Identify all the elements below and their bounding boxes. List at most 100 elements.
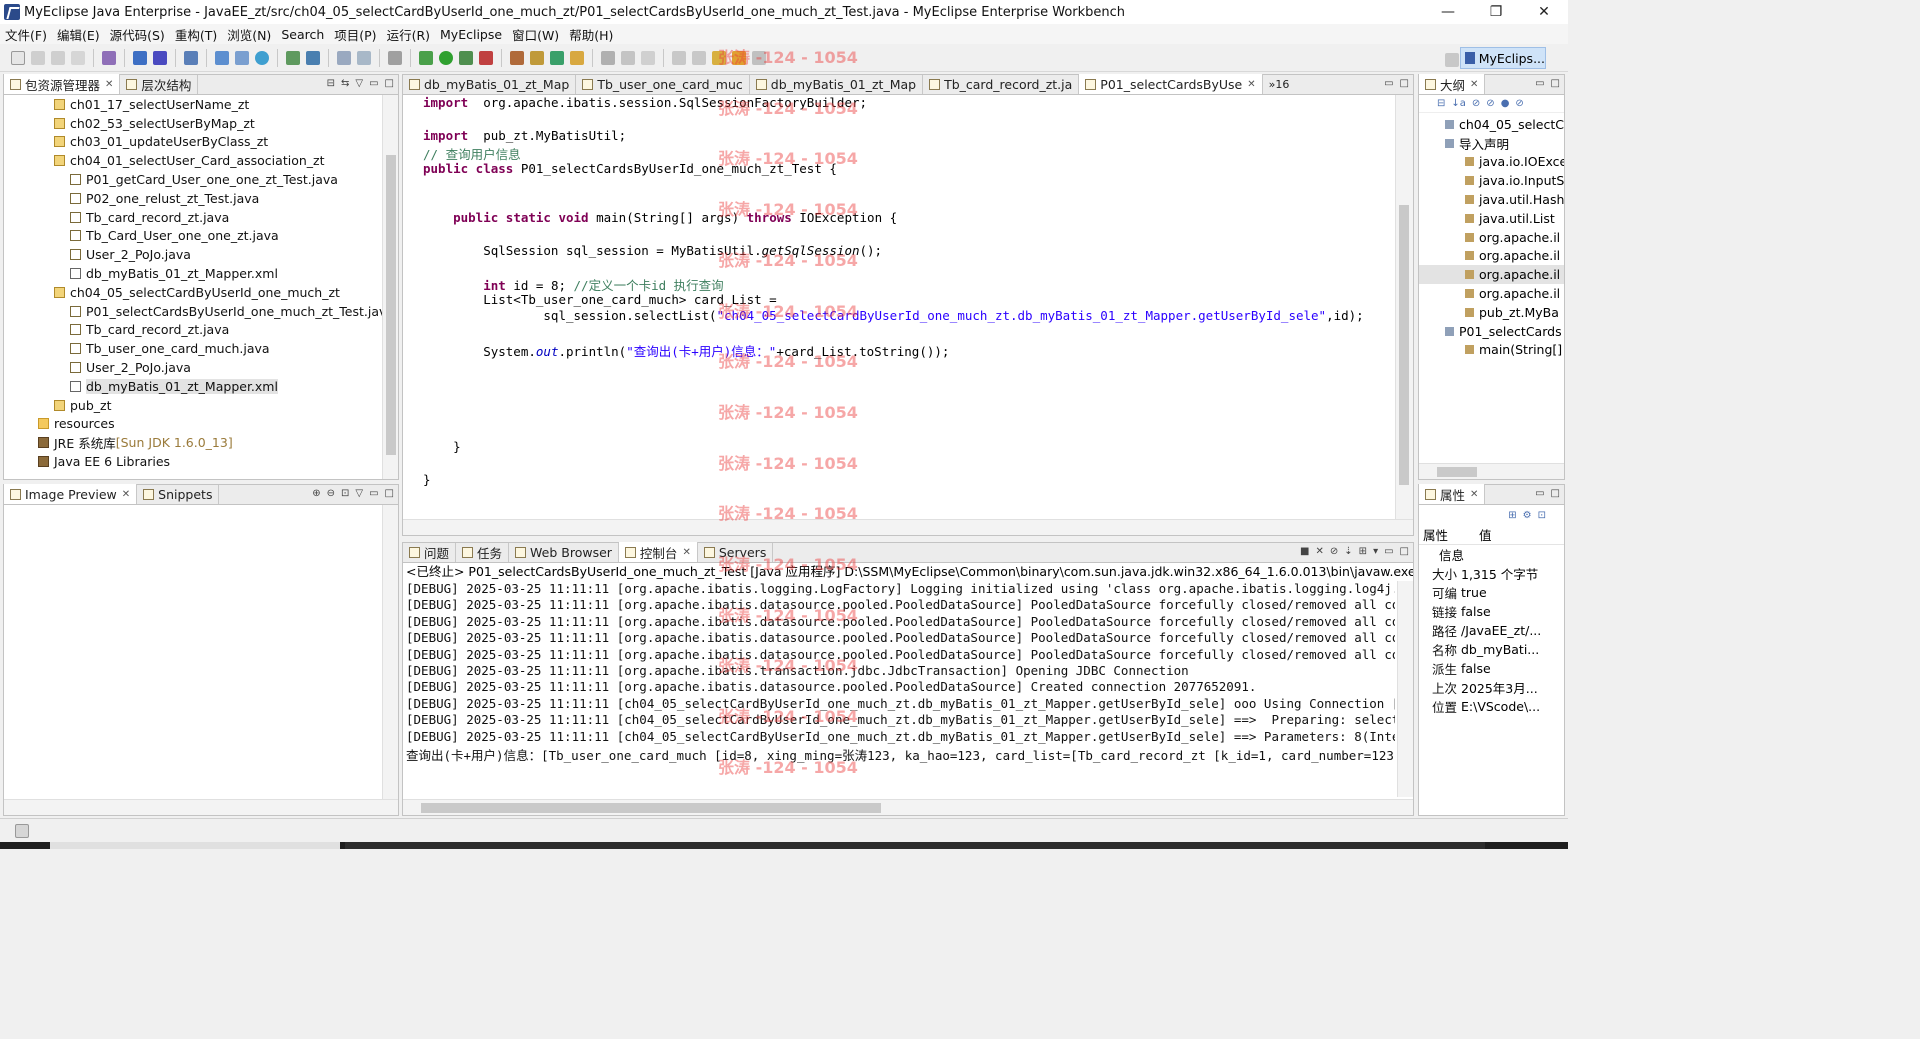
image-preview-hscroll[interactable] <box>4 799 398 815</box>
tab-outline[interactable]: 大纲 ✕ <box>1419 74 1486 94</box>
tree-item[interactable]: ch02_53_selectUserByMap_zt <box>4 114 382 133</box>
zoom-out-icon[interactable]: ⊖ <box>327 488 335 499</box>
tree-item[interactable]: P01_getCard_User_one_one_zt_Test.java <box>4 170 382 189</box>
close-icon[interactable]: ✕ <box>105 79 113 90</box>
new-package-icon[interactable] <box>530 50 544 65</box>
editor-tab[interactable]: db_myBatis_01_zt_Map <box>403 75 577 94</box>
console-view-tab[interactable]: 任务 <box>456 543 510 562</box>
scroll-lock-icon[interactable]: ⇣ <box>1344 546 1352 557</box>
console-view-tab[interactable]: Servers <box>698 543 774 562</box>
tab-hierarchy[interactable]: 层次结构 <box>120 75 199 94</box>
next-annotation-icon[interactable] <box>672 50 686 65</box>
outline-item[interactable]: java.io.IOExce <box>1419 153 1564 172</box>
deploy-icon[interactable] <box>133 50 147 65</box>
new-class-icon[interactable] <box>550 50 564 65</box>
outline-item[interactable]: org.apache.il <box>1419 247 1564 266</box>
close-icon[interactable]: ✕ <box>122 489 130 500</box>
minimize-icon[interactable]: ▭ <box>1384 546 1393 557</box>
menu-item[interactable]: 窗口(W) <box>507 25 564 44</box>
new-java-project-icon[interactable] <box>510 50 524 65</box>
tab-image-preview[interactable]: Image Preview ✕ <box>4 484 138 504</box>
property-row[interactable]: 大小 1,315 个字节 <box>1419 564 1564 583</box>
show-categories-icon[interactable]: ⊞ <box>1508 510 1516 521</box>
menu-item[interactable]: 文件(F) <box>0 25 52 44</box>
outline-item[interactable]: org.apache.il <box>1419 228 1564 247</box>
outline-item[interactable]: java.util.Hash <box>1419 190 1564 209</box>
new-wizard-icon[interactable] <box>102 50 116 65</box>
save-all-icon[interactable] <box>51 50 65 65</box>
server-icon[interactable] <box>153 50 167 65</box>
property-row[interactable]: 路径/JavaEE_zt/... <box>1419 621 1564 640</box>
sort-icon[interactable]: ↓a <box>1451 98 1466 109</box>
code-area[interactable]: import org.apache.ibatis.session.SqlSess… <box>423 95 1391 519</box>
tree-item[interactable]: db_myBatis_01_zt_Mapper.xml <box>4 377 382 396</box>
run-icon[interactable] <box>439 50 453 65</box>
tree-item[interactable]: Tb_card_record_zt.java <box>4 208 382 227</box>
pen-icon[interactable] <box>601 50 615 65</box>
tree-item[interactable]: User_2_PoJo.java <box>4 358 382 377</box>
last-edit-icon[interactable] <box>712 50 726 65</box>
fit-icon[interactable]: ⊡ <box>341 488 349 499</box>
open-folder-icon[interactable] <box>570 50 584 65</box>
tab-properties[interactable]: 属性 ✕ <box>1419 484 1486 504</box>
save-icon[interactable] <box>31 50 45 65</box>
outline-item[interactable]: main(String[] <box>1419 341 1564 360</box>
outline-item[interactable]: ch04_05_selectC <box>1419 115 1564 134</box>
show-advanced-icon[interactable]: ⚙ <box>1523 510 1532 521</box>
minimize-icon[interactable]: ▭ <box>369 78 378 89</box>
editor-tab-overflow[interactable]: »16 <box>1263 75 1296 94</box>
tree-item[interactable]: pub_zt <box>4 396 382 415</box>
fast-view-icon[interactable] <box>15 824 29 838</box>
collapse-all-icon[interactable]: ⊟ <box>327 78 335 89</box>
console-view-tab[interactable]: Web Browser <box>509 543 619 562</box>
open-type-icon[interactable] <box>215 50 229 65</box>
browser-icon[interactable] <box>388 50 402 65</box>
tree-item[interactable]: P01_selectCardsByUserId_one_much_zt_Test… <box>4 302 382 321</box>
property-row[interactable]: 上次 2025年3月... <box>1419 678 1564 697</box>
tree-item[interactable]: resources <box>4 415 382 434</box>
collapse-all-icon[interactable]: ⊟ <box>1437 98 1445 109</box>
close-icon[interactable]: ✕ <box>1470 489 1478 500</box>
close-icon[interactable]: ✕ <box>1470 79 1478 90</box>
outline-item[interactable]: pub_zt.MyBa <box>1419 303 1564 322</box>
hide-nonpublic-icon[interactable]: ● <box>1501 98 1510 109</box>
minimize-icon[interactable]: ▭ <box>1535 78 1544 89</box>
toggle-icon[interactable] <box>641 50 655 65</box>
editor-hscroll[interactable] <box>403 519 1413 535</box>
zoom-in-icon[interactable]: ⊕ <box>312 488 320 499</box>
globe-icon[interactable] <box>255 50 269 65</box>
new-icon[interactable] <box>11 50 25 65</box>
console-hscroll[interactable] <box>403 799 1413 815</box>
outline-item[interactable]: 导入声明 <box>1419 134 1564 153</box>
menu-item[interactable]: MyEclipse <box>435 27 507 42</box>
property-row[interactable]: 可编 true <box>1419 583 1564 602</box>
property-row[interactable]: 链接 false <box>1419 602 1564 621</box>
hide-static-icon[interactable]: ⊘ <box>1486 98 1494 109</box>
print-icon[interactable] <box>71 50 85 65</box>
hide-fields-icon[interactable]: ⊘ <box>1472 98 1480 109</box>
editor-tab[interactable]: P01_selectCardsByUse ✕ <box>1079 74 1263 94</box>
console-output[interactable]: [DEBUG] 2025-03-25 11:11:11 [org.apache.… <box>406 581 1395 797</box>
tree-item[interactable]: db_myBatis_01_zt_Mapper.xml <box>4 264 382 283</box>
remove-launch-icon[interactable]: ✕ <box>1316 546 1324 557</box>
outline-item[interactable]: java.io.InputS <box>1419 171 1564 190</box>
maximize-icon[interactable]: □ <box>1551 78 1560 89</box>
maximize-icon[interactable]: □ <box>385 488 394 499</box>
hide-local-types-icon[interactable]: ⊘ <box>1515 98 1523 109</box>
package-tree-scrollbar[interactable] <box>382 95 398 479</box>
tree-item[interactable]: P02_one_relust_zt_Test.java <box>4 189 382 208</box>
outline-item[interactable]: java.util.List <box>1419 209 1564 228</box>
forward-icon[interactable] <box>752 50 766 65</box>
console-view-tab[interactable]: 控制台 ✕ <box>618 542 698 562</box>
tree-item[interactable]: ch04_05_selectCardByUserId_one_much_zt <box>4 283 382 302</box>
terminate-icon[interactable]: ■ <box>1300 546 1309 557</box>
menu-item[interactable]: 运行(R) <box>382 25 435 44</box>
tree-item[interactable]: Java EE 6 Libraries <box>4 452 382 471</box>
pin-console-icon[interactable]: ⊞ <box>1359 546 1367 557</box>
tree-item[interactable]: ch01_17_selectUserName_zt <box>4 95 382 114</box>
link-editor-icon[interactable]: ⇆ <box>341 78 349 89</box>
perspective-myeclipse-button[interactable]: MyEclips... <box>1460 47 1546 69</box>
close-button[interactable]: ✕ <box>1520 0 1568 24</box>
outline-item[interactable]: org.apache.il <box>1419 284 1564 303</box>
tree-item[interactable]: ch04_01_selectUser_Card_association_zt <box>4 151 382 170</box>
